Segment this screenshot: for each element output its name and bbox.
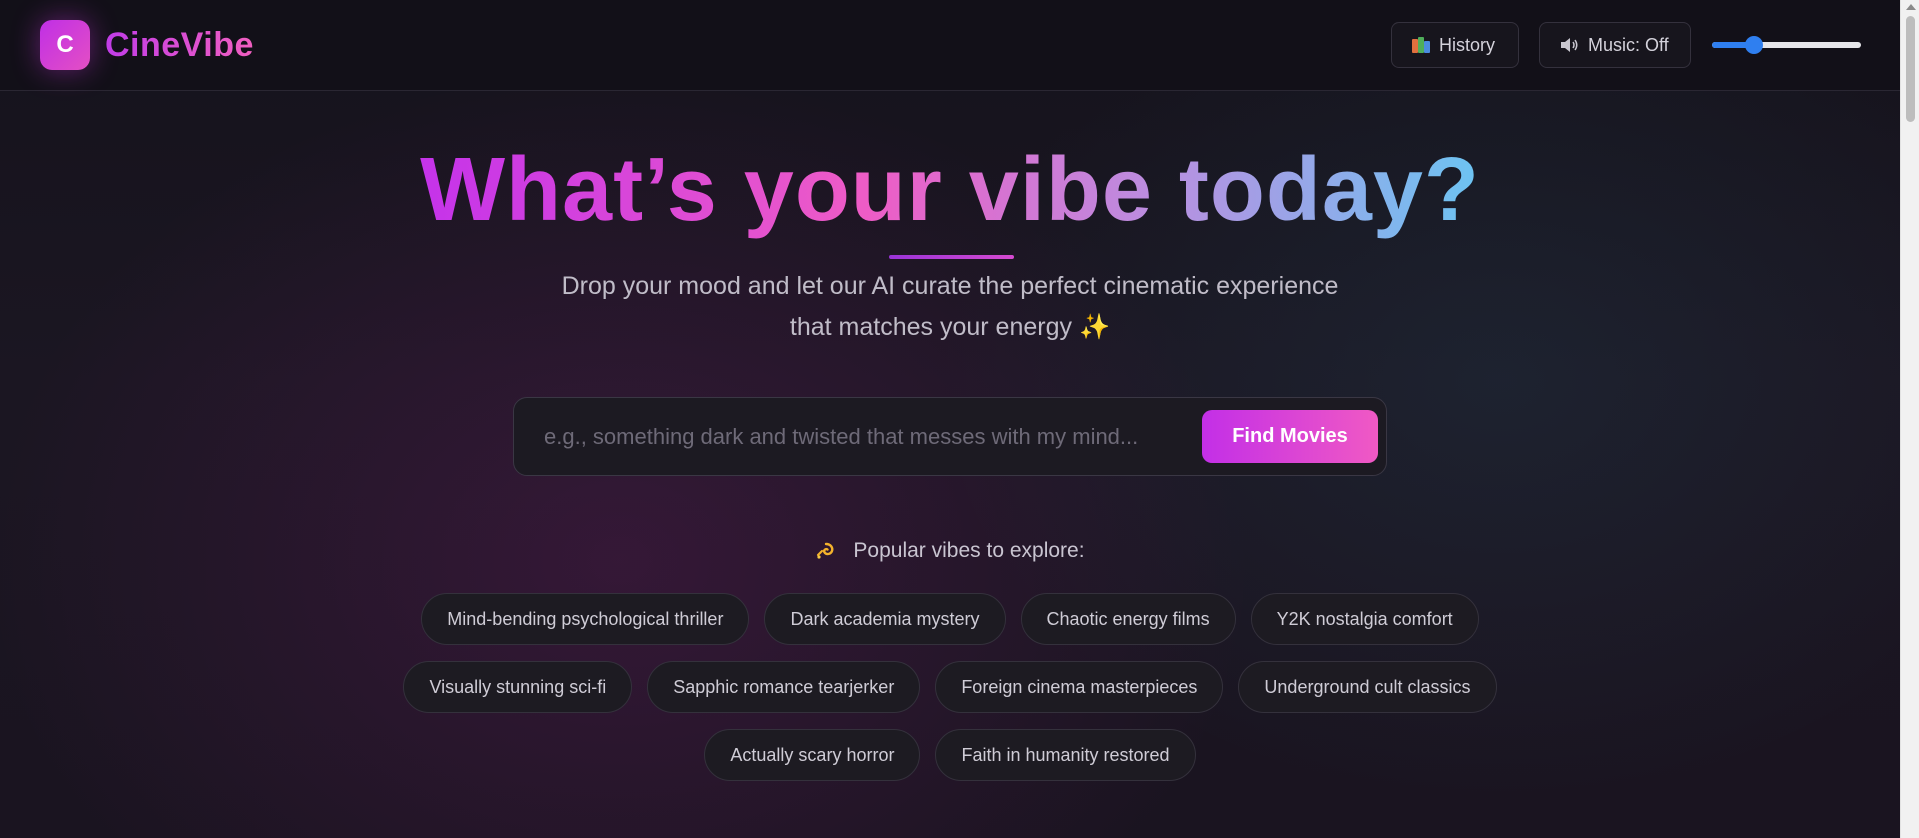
vibe-chip[interactable]: Sapphic romance tearjerker	[647, 661, 921, 713]
page-scrollbar[interactable]	[1900, 0, 1919, 838]
vibe-chip[interactable]: Visually stunning sci-fi	[403, 661, 633, 713]
find-movies-button[interactable]: Find Movies	[1202, 410, 1378, 463]
hero-subtitle: Drop your mood and let our AI curate the…	[561, 272, 1339, 341]
volume-slider[interactable]	[1712, 35, 1861, 55]
scroll-up-arrow[interactable]	[1906, 4, 1916, 10]
app-page: C CineVibe History Music: Off What’s you…	[0, 0, 1919, 838]
music-toggle-button[interactable]: Music: Off	[1539, 22, 1691, 68]
history-button[interactable]: History	[1391, 22, 1519, 68]
books-icon	[1412, 37, 1430, 53]
mood-search-bar: Find Movies	[513, 397, 1387, 476]
vibe-chip[interactable]: Mind-bending psychological thriller	[421, 593, 750, 645]
vibe-chips-row-3: Actually scary horror Faith in humanity …	[0, 729, 1900, 781]
popular-vibes-heading-text: Popular vibes to explore:	[853, 539, 1085, 562]
logo-badge[interactable]: C	[40, 20, 90, 70]
vibe-chip[interactable]: Chaotic energy films	[1020, 593, 1236, 645]
speaker-icon	[1561, 38, 1578, 52]
vibe-chip[interactable]: Foreign cinema masterpieces	[935, 661, 1224, 713]
hero-title: What’s your vibe today?	[0, 140, 1900, 240]
title-underline	[889, 255, 1014, 259]
hero-title-text: What’s your vibe today?	[420, 140, 1480, 240]
mood-search-input[interactable]	[544, 416, 1184, 458]
vibe-chip[interactable]: Underground cult classics	[1238, 661, 1497, 713]
vibe-chips-row-1: Mind-bending psychological thriller Dark…	[0, 593, 1900, 645]
top-header: C CineVibe History Music: Off	[0, 0, 1900, 91]
vibe-chips-row-2: Visually stunning sci-fi Sapphic romance…	[0, 661, 1900, 713]
vibe-chip[interactable]: Dark academia mystery	[764, 593, 1006, 645]
dizzy-icon	[817, 542, 834, 559]
history-label: History	[1439, 34, 1496, 55]
volume-slider-thumb[interactable]	[1744, 36, 1763, 54]
scrollbar-thumb[interactable]	[1906, 16, 1915, 122]
vibe-chip[interactable]: Y2K nostalgia comfort	[1250, 593, 1479, 645]
popular-vibes-heading: Popular vibes to explore:	[0, 536, 1900, 566]
vibe-chip[interactable]: Faith in humanity restored	[935, 729, 1196, 781]
vibe-chip[interactable]: Actually scary horror	[704, 729, 921, 781]
music-label: Music: Off	[1588, 34, 1669, 55]
brand-name[interactable]: CineVibe	[105, 25, 254, 65]
